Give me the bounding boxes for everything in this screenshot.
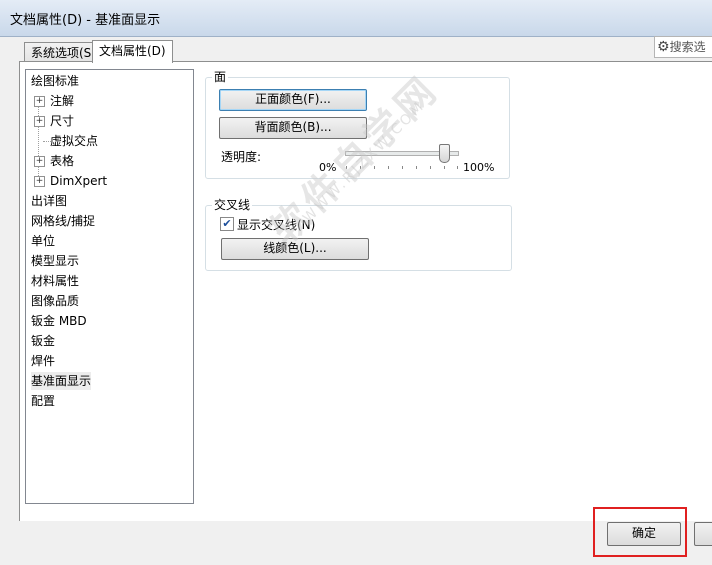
transparency-max-label: 100% [463,161,495,174]
show-intersections-checkbox[interactable]: ✔ [220,217,234,231]
tree-item-drafting-standard[interactable]: 绘图标准 [31,72,79,90]
tab-document-properties[interactable]: 文档属性(D) [92,40,173,63]
tree-item-dimensions[interactable]: 尺寸 [50,112,74,130]
tree-item-dimxpert[interactable]: DimXpert [50,172,107,190]
slider-tick [457,166,458,169]
tree-item-units[interactable]: 单位 [31,232,55,250]
tree-item-sheet-metal-mbd[interactable]: 钣金 MBD [31,312,87,330]
category-tree[interactable]: 绘图标准 + 注解 + 尺寸 虚拟交点 + 表格 + DimXpert 出详图 … [25,69,194,504]
highlight-box [593,507,687,557]
expand-icon[interactable]: + [34,156,45,167]
tree-item-sheet-metal[interactable]: 钣金 [31,332,55,350]
search-box[interactable]: ⚙搜索选 [654,36,712,58]
slider-tick [430,166,431,169]
tree-item-image-quality[interactable]: 图像品质 [31,292,79,310]
intersection-group-legend: 交叉线 [212,198,253,212]
tree-item-material-properties[interactable]: 材料属性 [31,272,79,290]
slider-tick [444,166,445,169]
tree-item-configurations[interactable]: 配置 [31,392,55,410]
slider-tick [388,166,389,169]
expand-icon[interactable]: + [34,96,45,107]
tree-item-plane-display[interactable]: 基准面显示 [31,372,92,390]
face-group-legend: 面 [212,70,229,84]
cancel-button[interactable] [694,522,712,546]
title-bar: 文档属性(D) - 基准面显示 [0,0,712,37]
expand-icon[interactable]: + [34,116,45,127]
slider-tick [402,166,403,169]
expand-icon[interactable]: + [34,176,45,187]
window-title: 文档属性(D) - 基准面显示 [10,13,161,28]
search-placeholder: 搜索选 [669,40,706,54]
tree-item-annotations[interactable]: 注解 [50,92,74,110]
transparency-label: 透明度: [221,150,262,164]
tree-item-model-display[interactable]: 模型显示 [31,252,79,270]
slider-tick [416,166,417,169]
tree-item-tables[interactable]: 表格 [50,152,74,170]
gear-icon[interactable]: ⚙ [657,37,670,57]
tree-connector [38,96,39,186]
front-color-button[interactable]: 正面颜色(F)... [219,89,367,111]
transparency-slider-thumb[interactable] [438,144,450,163]
tree-item-virtual-sharps[interactable]: 虚拟交点 [50,132,98,150]
tree-item-weldments[interactable]: 焊件 [31,352,55,370]
tree-item-grid-snap[interactable]: 网格线/捕捉 [31,212,95,230]
tree-item-detailing[interactable]: 出详图 [31,192,67,210]
